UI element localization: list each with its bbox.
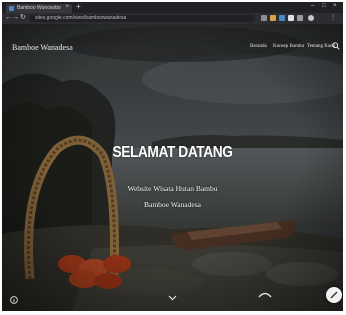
new-tab-icon[interactable]: +: [76, 3, 81, 11]
tab-bar: Bamboo Wonosobo × + – □ ×: [2, 2, 343, 13]
nav-link-konsep-bambu[interactable]: Konsep Bambu: [273, 44, 304, 49]
tab-close-icon[interactable]: ×: [65, 4, 69, 10]
extension-icon[interactable]: [297, 15, 303, 21]
chevron-down-icon[interactable]: [168, 295, 177, 301]
extension-icon[interactable]: [279, 15, 285, 21]
info-icon[interactable]: [10, 295, 18, 305]
extension-icon[interactable]: [270, 15, 276, 21]
site-favicon: [9, 6, 14, 11]
hero-section: Bamboe Wanadesa Beranda Konsep Bambu Ten…: [2, 24, 343, 311]
tab-title: Bamboo Wonosobo: [17, 5, 61, 11]
reload-icon[interactable]: ↻: [20, 14, 26, 22]
search-icon[interactable]: [332, 42, 340, 50]
url-field[interactable]: sites.google.com/view/bamboowanadesa: [29, 15, 255, 22]
nav-link-beranda[interactable]: Beranda: [250, 44, 267, 49]
browser-window: Bamboo Wonosobo × + – □ × ← → ↻ sites.go…: [2, 2, 343, 311]
extension-icon[interactable]: [261, 15, 267, 21]
back-icon[interactable]: ←: [5, 14, 12, 22]
profile-avatar[interactable]: [308, 15, 314, 21]
minimize-icon[interactable]: –: [311, 3, 314, 9]
hero-brand-line: Bamboe Wanadesa: [144, 200, 201, 209]
site-name[interactable]: Bamboe Wanadesa: [12, 43, 73, 52]
edit-button[interactable]: [326, 287, 342, 303]
buoy-decoration: [258, 292, 272, 298]
forward-icon[interactable]: →: [12, 14, 19, 22]
url-text: sites.google.com/view/bamboowanadesa: [35, 15, 127, 21]
extension-icon[interactable]: [288, 15, 294, 21]
hero-subtitle: Website Wisata Hutan Bambu: [127, 184, 218, 193]
maximize-icon[interactable]: □: [322, 3, 326, 9]
address-bar: ← → ↻ sites.google.com/view/bamboowanade…: [2, 13, 343, 24]
browser-tab[interactable]: Bamboo Wonosobo ×: [6, 4, 72, 13]
hero-headline: SELAMAT DATANG: [112, 144, 233, 161]
pencil-icon: [330, 291, 338, 299]
menu-icon[interactable]: ⋮: [330, 14, 336, 22]
close-window-icon[interactable]: ×: [333, 3, 337, 9]
hero-background-image: [2, 24, 343, 311]
